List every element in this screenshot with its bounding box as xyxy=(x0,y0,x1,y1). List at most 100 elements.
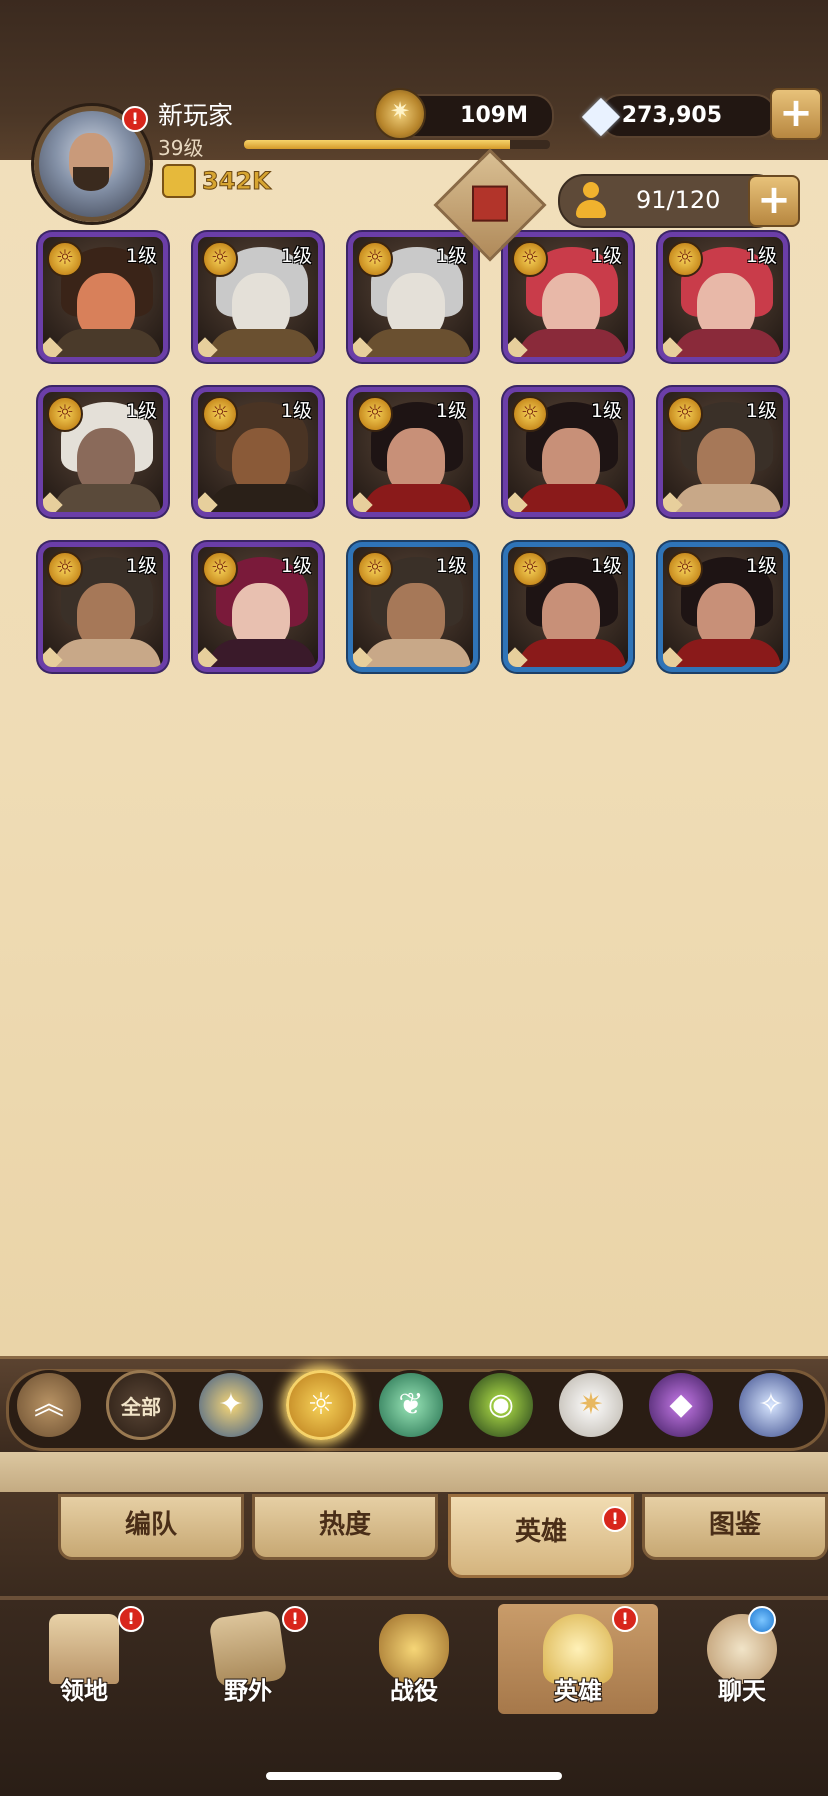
chat-notification-dot xyxy=(748,1606,776,1634)
hero-card[interactable]: 1级 xyxy=(348,387,478,517)
sun-faction-icon xyxy=(47,241,83,277)
portrait-body xyxy=(363,329,471,357)
hero-card[interactable]: 1级 xyxy=(193,542,323,672)
hero-level: 1级 xyxy=(280,245,312,267)
tab-formation[interactable]: 编队 xyxy=(58,1494,244,1560)
portrait-body xyxy=(518,639,626,667)
portrait-body xyxy=(53,329,161,357)
portrait-body xyxy=(673,329,781,357)
expand-capacity-button[interactable]: + xyxy=(748,175,800,227)
tab-heroes[interactable]: 英雄 xyxy=(448,1494,634,1578)
nav-label: 领地 xyxy=(60,1677,108,1705)
sun-faction-icon xyxy=(202,551,238,587)
hero-card[interactable]: 1级 xyxy=(658,387,788,517)
portrait-body xyxy=(673,484,781,512)
arcane-faction-icon[interactable]: ✧ xyxy=(736,1370,806,1440)
sun-faction-icon xyxy=(667,551,703,587)
hero-card[interactable]: 1级 xyxy=(193,232,323,362)
portrait-body xyxy=(673,639,781,667)
diamond-icon: ◆ xyxy=(581,84,621,142)
person-icon xyxy=(574,182,608,218)
nav-wild-alert-badge: ! xyxy=(282,1606,308,1632)
sun-faction-icon xyxy=(202,396,238,432)
nav-label: 野外 xyxy=(224,1677,272,1705)
hero-card[interactable]: 1级 xyxy=(38,387,168,517)
hero-level: 1级 xyxy=(280,400,312,422)
nav-label: 聊天 xyxy=(718,1677,766,1705)
filter-all-label: 全部 xyxy=(121,1395,161,1419)
hero-level: 1级 xyxy=(125,400,157,422)
xp-bar xyxy=(244,140,550,149)
eye-faction-icon[interactable]: ◉ xyxy=(466,1370,536,1440)
nav-campaign[interactable]: 战役 xyxy=(334,1604,494,1714)
hero-level: 1级 xyxy=(125,555,157,577)
avatar-alert-badge: ! xyxy=(122,106,148,132)
hero-level: 1级 xyxy=(745,245,777,267)
hero-level: 1级 xyxy=(590,555,622,577)
hero-card[interactable]: 1级 xyxy=(38,542,168,672)
tab-heroes-alert-badge: ! xyxy=(602,1506,628,1532)
diamond-value: 273,905 xyxy=(621,103,722,128)
portrait-body xyxy=(208,484,316,512)
nav-label: 战役 xyxy=(390,1677,438,1705)
hero-level: 1级 xyxy=(590,400,622,422)
avatar-beard xyxy=(73,167,109,191)
nav-chat[interactable]: 聊天 xyxy=(662,1604,822,1714)
portrait-body xyxy=(363,639,471,667)
sun-faction-icon xyxy=(357,396,393,432)
hero-card[interactable]: 1级 xyxy=(503,232,633,362)
hero-card[interactable]: 1级 xyxy=(503,542,633,672)
portrait-body xyxy=(53,484,161,512)
light-faction-icon[interactable]: ✷ xyxy=(556,1370,626,1440)
hero-level: 1级 xyxy=(745,555,777,577)
tab-codex[interactable]: 图鉴 xyxy=(642,1494,828,1560)
hero-level: 1级 xyxy=(125,245,157,267)
hero-level: 1级 xyxy=(435,555,467,577)
home-indicator[interactable] xyxy=(266,1772,562,1780)
sun-faction-icon xyxy=(357,241,393,277)
filter-all-button[interactable]: 全部 xyxy=(106,1370,176,1440)
sun-faction-icon xyxy=(667,241,703,277)
nav-heroes-alert-badge: ! xyxy=(612,1606,638,1632)
dark-faction-icon[interactable]: ◆ xyxy=(646,1370,716,1440)
sun-faction-icon xyxy=(47,396,83,432)
hero-card[interactable]: 1级 xyxy=(193,387,323,517)
player-level: 39级 xyxy=(158,136,204,160)
nav-label: 英雄 xyxy=(554,1677,602,1705)
leaf-faction-icon[interactable]: ❦ xyxy=(376,1370,446,1440)
sun-faction-icon[interactable]: ☼ xyxy=(286,1370,356,1440)
hero-level: 1级 xyxy=(745,400,777,422)
sun-faction-icon xyxy=(667,396,703,432)
hero-level: 1级 xyxy=(435,400,467,422)
hero-level: 1级 xyxy=(435,245,467,267)
hero-capacity-value: 91/120 xyxy=(636,186,721,214)
star-compass-icon[interactable]: ✦ xyxy=(196,1370,266,1440)
add-diamonds-button[interactable]: + xyxy=(770,88,822,140)
crest-icon xyxy=(472,185,508,222)
hero-card[interactable]: 1级 xyxy=(348,232,478,362)
collapse-chevron-icon[interactable]: ︽ xyxy=(14,1370,84,1440)
paper-divider xyxy=(0,1452,828,1492)
combat-power-value: 342K xyxy=(202,167,272,196)
sun-faction-icon xyxy=(357,551,393,587)
sun-faction-icon xyxy=(202,241,238,277)
combat-power: 342K xyxy=(162,164,271,198)
sun-faction-icon xyxy=(512,551,548,587)
portrait-body xyxy=(518,484,626,512)
nav-territory-alert-badge: ! xyxy=(118,1606,144,1632)
hero-card[interactable]: 1级 xyxy=(658,542,788,672)
hero-level: 1级 xyxy=(280,555,312,577)
xp-bar-fill xyxy=(244,140,511,149)
portrait-body xyxy=(208,329,316,357)
portrait-body xyxy=(363,484,471,512)
portrait-body xyxy=(208,639,316,667)
tab-popularity[interactable]: 热度 xyxy=(252,1494,438,1560)
hero-level: 1级 xyxy=(590,245,622,267)
hero-card[interactable]: 1级 xyxy=(348,542,478,672)
portrait-body xyxy=(53,639,161,667)
portrait-body xyxy=(518,329,626,357)
hero-card[interactable]: 1级 xyxy=(658,232,788,362)
sun-faction-icon xyxy=(47,551,83,587)
hero-card[interactable]: 1级 xyxy=(38,232,168,362)
hero-card[interactable]: 1级 xyxy=(503,387,633,517)
